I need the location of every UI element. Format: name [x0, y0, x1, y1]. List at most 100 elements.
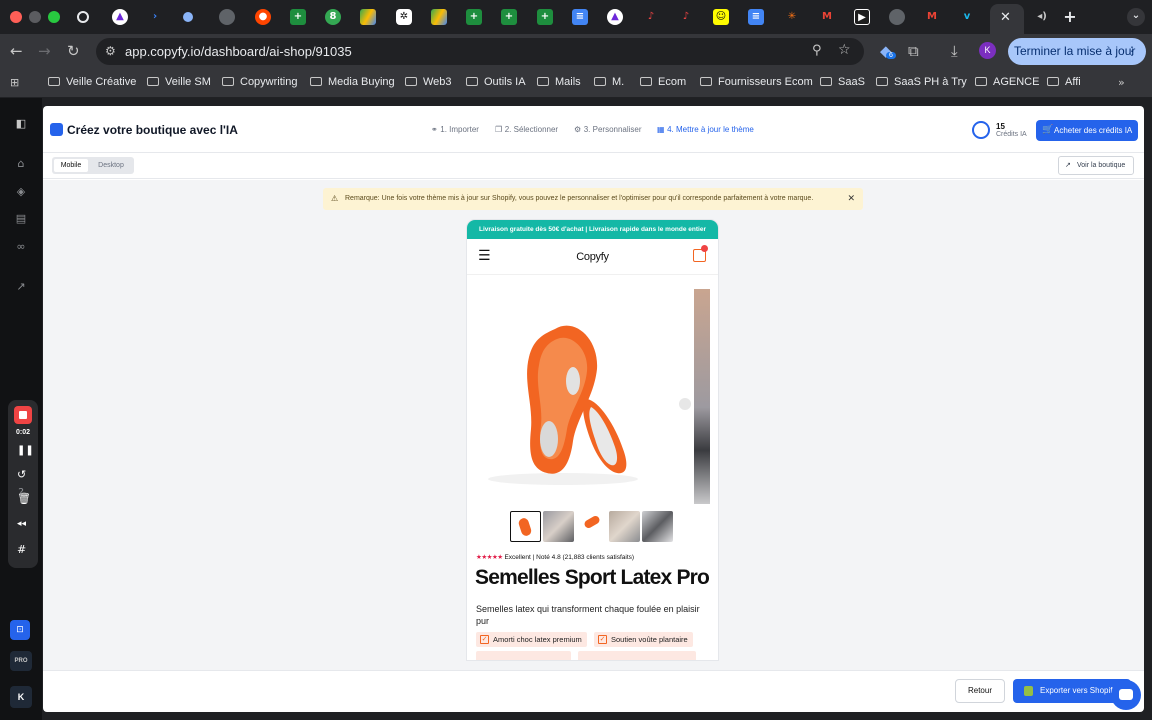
help-icon[interactable]: ? — [13, 485, 29, 501]
bookmark-folder[interactable]: Affi — [1047, 76, 1081, 88]
maximize-window-button[interactable] — [48, 11, 60, 23]
restart-icon[interactable]: ↺ — [17, 468, 26, 481]
pro-badge[interactable]: PRO — [10, 651, 32, 671]
apps-grid-icon[interactable]: ⊞ — [10, 76, 19, 89]
close-tab-icon[interactable]: ✕ — [1000, 10, 1011, 25]
sheets-tab-icon[interactable]: + — [290, 9, 306, 25]
thumbnail-1[interactable] — [510, 511, 541, 542]
bookmark-folder[interactable]: M. — [594, 76, 624, 88]
forward-icon[interactable]: → — [38, 42, 51, 60]
url-bar[interactable]: ⚙ app.copyfy.io/dashboard/ai-shop/91035 … — [96, 38, 864, 65]
minimize-window-button[interactable] — [29, 11, 41, 23]
step-update-theme[interactable]: ▦ 4. Mettre à jour le thème — [657, 125, 754, 134]
grid-icon[interactable]: # — [17, 543, 26, 556]
bookmark-folder[interactable]: Media Buying — [310, 76, 395, 88]
sidebar-toggle-icon[interactable]: ◧ — [13, 116, 29, 132]
thumbnail-2[interactable] — [543, 511, 574, 542]
docs-tab-icon[interactable]: ≡ — [572, 9, 588, 25]
close-notice-icon[interactable]: ✕ — [847, 188, 855, 210]
drive-tab-icon-2[interactable] — [431, 9, 447, 25]
snapchat-tab-icon[interactable]: ☺ — [713, 9, 729, 25]
desktop-view-button[interactable]: Desktop — [90, 159, 132, 172]
sheets-tab-icon-5[interactable]: + — [537, 9, 553, 25]
dot-tab-icon[interactable] — [183, 12, 193, 22]
folder-icon — [48, 77, 60, 86]
app-tab-icon[interactable]: ▲ — [112, 9, 128, 25]
view-store-button[interactable]: ↗ Voir la boutique — [1058, 156, 1134, 175]
bookmark-folder[interactable]: SaaS PH à Try — [876, 76, 967, 88]
vimeo-tab-icon[interactable]: v — [959, 9, 975, 25]
new-tab-icon[interactable]: + — [1062, 9, 1078, 25]
globe-tab-icon[interactable] — [219, 9, 235, 25]
mobile-view-button[interactable]: Mobile — [54, 159, 88, 172]
chatgpt-tab-icon[interactable]: ✲ — [396, 9, 412, 25]
sheets-tab-icon-4[interactable]: + — [501, 9, 517, 25]
product-image[interactable] — [467, 289, 694, 504]
infinity-icon[interactable]: ∞ — [13, 239, 29, 255]
tab-search-icon[interactable]: ⌄ — [1127, 8, 1145, 26]
downloads-icon[interactable]: ⤓ — [951, 42, 958, 60]
sheets-tab-icon-3[interactable]: + — [466, 9, 482, 25]
thumbnail-5[interactable] — [642, 511, 673, 542]
finish-update-button[interactable]: Terminer la mise à jour ⋮ — [1008, 38, 1146, 65]
bookmark-folder[interactable]: Fournisseurs Ecom — [700, 76, 813, 88]
step-customize[interactable]: ⚙ 3. Personnaliser — [574, 125, 642, 134]
app-tab-icon-2[interactable]: ▲ — [607, 9, 623, 25]
active-tab[interactable]: ✕ — [990, 4, 1024, 34]
record-tab-icon[interactable] — [77, 11, 89, 23]
zoom-icon[interactable]: ⚲ — [812, 43, 822, 58]
docs-tab-icon-2[interactable]: ≡ — [748, 9, 764, 25]
step-import[interactable]: ⚭ 1. Importer — [431, 125, 479, 134]
audio-tab-icon[interactable]: ◂) — [1034, 9, 1050, 25]
sheets-tab-icon-2[interactable]: 8 — [325, 9, 341, 25]
extension-badge: 6 — [886, 52, 896, 59]
bookmark-folder[interactable]: Outils IA — [466, 76, 526, 88]
gmail-tab-icon-2[interactable]: M — [924, 9, 940, 25]
bookmark-folder[interactable]: Veille Créative — [48, 76, 136, 88]
buy-credits-label: Acheter des crédits IA — [1054, 126, 1133, 135]
thumbnail-3[interactable] — [576, 511, 607, 542]
back-icon[interactable]: ← — [10, 42, 23, 60]
pause-icon[interactable]: ❚❚ — [17, 445, 34, 456]
app-shortcut-icon[interactable]: ⊡ — [10, 620, 30, 640]
store-icon[interactable]: ▤ — [13, 211, 29, 227]
bookmark-folder[interactable]: Veille SM — [147, 76, 211, 88]
step-select[interactable]: ❐ 2. Sélectionner — [495, 125, 558, 134]
buy-credits-button[interactable]: 🛒 Acheter des crédits IA — [1036, 120, 1138, 141]
chat-support-button[interactable] — [1111, 680, 1141, 710]
tiktok-tab-icon-2[interactable]: ♪ — [678, 9, 694, 25]
tiktok-tab-icon[interactable]: ♪ — [643, 9, 659, 25]
bookmark-star-icon[interactable]: ☆ — [838, 42, 851, 58]
app-tab-icon-3[interactable]: ▶ — [854, 9, 870, 25]
extensions-puzzle-icon[interactable]: ⧉ — [908, 42, 919, 60]
thumbnail-4[interactable] — [609, 511, 640, 542]
arrow-tab-icon[interactable]: › — [147, 9, 163, 25]
bookmark-folder[interactable]: AGENCE — [975, 76, 1039, 88]
bookmark-folder[interactable]: Copywriting — [222, 76, 297, 88]
claude-tab-icon[interactable]: ✳ — [784, 9, 800, 25]
bookmark-folder[interactable]: SaaS — [820, 76, 865, 88]
stop-recording-button[interactable] — [14, 406, 32, 424]
tag-icon[interactable]: ◈ — [13, 184, 29, 200]
site-info-icon[interactable]: ⚙ — [105, 44, 116, 58]
profile-avatar[interactable]: K — [979, 42, 996, 59]
reload-icon[interactable]: ↻ — [67, 42, 80, 60]
next-image-preview[interactable] — [694, 289, 710, 504]
menu-kebab-icon[interactable]: ⋮ — [1126, 38, 1138, 65]
more-bookmarks-icon[interactable]: » — [1118, 76, 1125, 89]
gmail-tab-icon[interactable]: M — [819, 9, 835, 25]
close-window-button[interactable] — [10, 11, 22, 23]
back-button[interactable]: Retour — [955, 679, 1005, 703]
url-text[interactable]: app.copyfy.io/dashboard/ai-shop/91035 — [125, 44, 352, 59]
globe-tab-icon-2[interactable] — [889, 9, 905, 25]
bookmark-folder[interactable]: Ecom — [640, 76, 686, 88]
home-icon[interactable]: ⌂ — [13, 156, 29, 172]
reddit-tab-icon[interactable]: ● — [255, 9, 271, 25]
bookmark-folder[interactable]: Web3 — [405, 76, 452, 88]
store-brand[interactable]: Copyfy — [467, 251, 718, 263]
user-avatar[interactable]: K — [10, 686, 32, 708]
drive-tab-icon[interactable] — [360, 9, 376, 25]
chart-icon[interactable]: ↗ — [13, 279, 29, 295]
bookmark-folder[interactable]: Mails — [537, 76, 581, 88]
rewind-icon[interactable]: ◂◂ — [17, 519, 26, 529]
